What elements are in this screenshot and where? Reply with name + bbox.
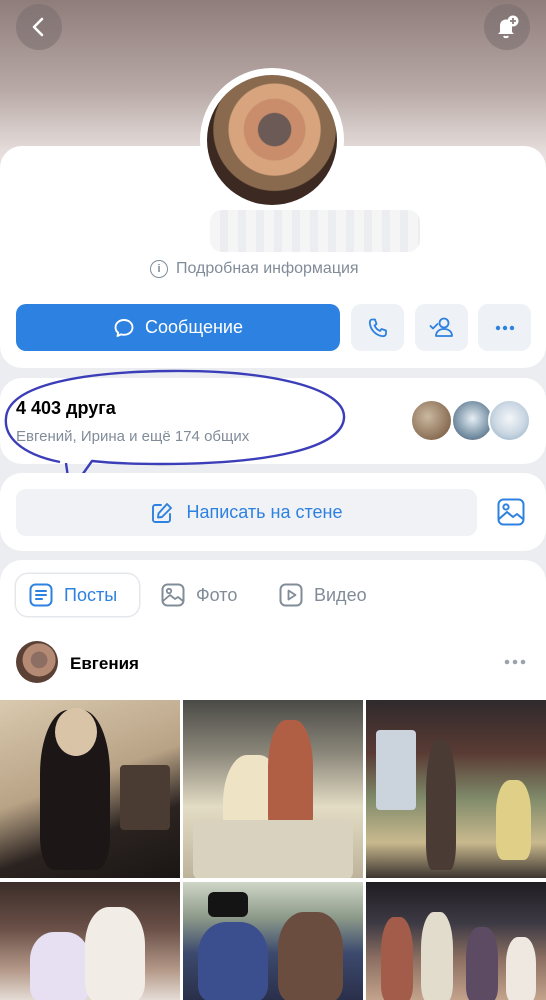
edit-icon (152, 502, 173, 523)
back-button[interactable] (16, 4, 62, 50)
post-photo[interactable] (0, 882, 180, 1000)
tab-posts-label: Посты (64, 584, 118, 605)
post-author-avatar[interactable] (16, 641, 58, 683)
friend-avatar[interactable] (410, 399, 453, 442)
post-photo[interactable] (366, 700, 546, 878)
add-photo-button[interactable] (496, 497, 526, 527)
detailed-info-label: Подробная информация (176, 260, 359, 277)
friend-check-icon (429, 317, 453, 337)
tab-photo[interactable]: Фото (160, 574, 237, 616)
post-author-name[interactable]: Евгения (70, 654, 139, 674)
back-icon (32, 17, 44, 37)
notifications-subscribe-button[interactable] (484, 4, 530, 50)
detailed-info-link[interactable]: i Подробная информация (150, 260, 359, 278)
tab-video-label: Видео (314, 584, 367, 605)
post-photo[interactable] (366, 882, 546, 1000)
more-icon (504, 659, 526, 665)
post-photo[interactable] (183, 700, 363, 878)
phone-icon (368, 318, 387, 337)
more-actions-button[interactable] (478, 304, 531, 351)
post-more-button[interactable] (500, 650, 530, 674)
video-icon (279, 583, 303, 607)
friend-status-button[interactable] (415, 304, 468, 351)
mutual-friends[interactable]: Евгений, Ирина и ещё 174 общих (16, 428, 249, 445)
more-icon (495, 325, 514, 330)
post-photo[interactable] (183, 882, 363, 1000)
call-button[interactable] (351, 304, 404, 351)
message-icon (114, 318, 134, 337)
friend-avatar[interactable] (488, 399, 531, 442)
profile-name-blurred (210, 210, 420, 252)
write-on-wall-button[interactable]: Написать на стене (16, 489, 477, 536)
post-photo[interactable] (0, 700, 180, 878)
profile-avatar[interactable] (200, 68, 344, 212)
info-icon: i (150, 260, 168, 278)
tab-video[interactable]: Видео (278, 574, 367, 616)
posts-icon (29, 583, 53, 607)
tab-posts[interactable]: Посты (16, 574, 139, 616)
message-button[interactable]: Сообщение (16, 304, 340, 351)
avatar-image (207, 75, 337, 205)
photo-icon (161, 583, 185, 607)
write-on-wall-label: Написать на стене (186, 502, 343, 522)
tab-photo-label: Фото (196, 584, 238, 605)
bell-plus-icon (498, 15, 519, 39)
friends-count[interactable]: 4 403 друга (16, 398, 116, 419)
image-icon (497, 498, 525, 526)
message-button-label: Сообщение (145, 317, 243, 337)
